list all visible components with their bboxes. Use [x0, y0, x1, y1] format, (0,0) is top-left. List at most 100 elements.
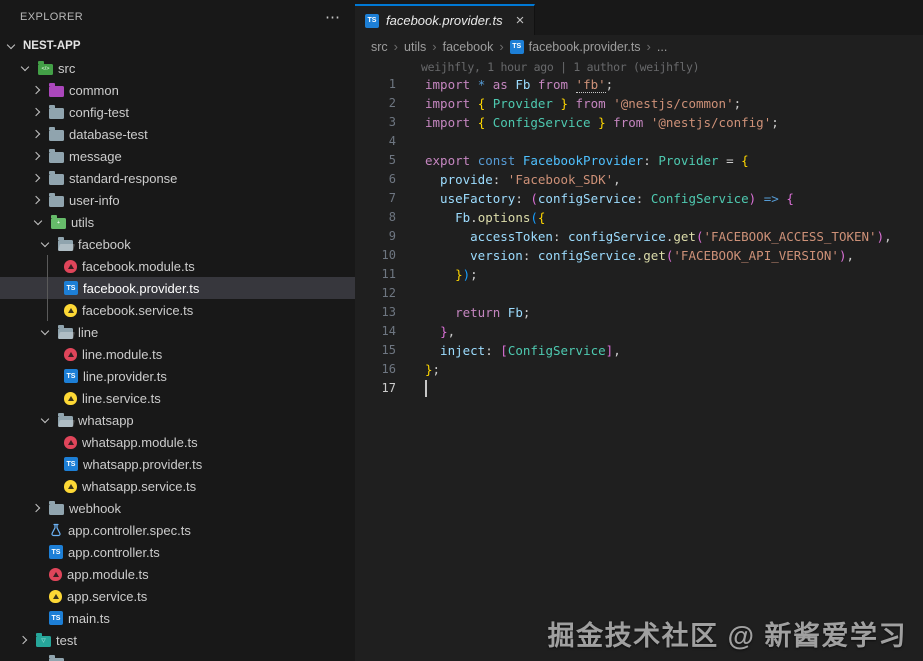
more-actions-icon[interactable]: ⋯	[325, 8, 341, 26]
folder-icon	[49, 104, 64, 119]
code-text: return Fb;	[425, 305, 531, 320]
tree-item-label: line.service.ts	[82, 390, 161, 406]
workspace-header[interactable]: NEST-APP	[0, 34, 355, 57]
code-line-5: 5 export const FacebookProvider: Provider…	[355, 151, 923, 170]
tree-item-label: whatsapp.service.ts	[82, 478, 197, 494]
utils-folder-icon: +	[51, 214, 66, 229]
code-line-3: 3 import { ConfigService } from '@nestjs/…	[355, 113, 923, 132]
code-text: provide: 'Facebook_SDK',	[425, 172, 621, 187]
tree-item-line.module.ts[interactable]: line.module.ts	[0, 343, 355, 365]
tree-item-line.service.ts[interactable]: line.service.ts	[0, 387, 355, 409]
code-lines: 1 import * as Fb from 'fb'; 2 import { Prov…	[355, 75, 923, 398]
folder-icon	[49, 126, 64, 141]
tree-item-partial[interactable]	[0, 651, 355, 661]
tree-item-app.controller.spec.ts[interactable]: app.controller.spec.ts	[0, 519, 355, 541]
tree-item-config-test[interactable]: config-test	[0, 101, 355, 123]
test-folder-icon: ▽	[36, 632, 51, 647]
folder-icon	[49, 170, 64, 185]
tree-item-src[interactable]: </> src	[0, 57, 355, 79]
tree-item-whatsapp.module.ts[interactable]: whatsapp.module.ts	[0, 431, 355, 453]
tree-item-label: src	[58, 60, 76, 76]
tree-item-label: webhook	[69, 500, 122, 516]
nest-service-icon	[64, 480, 77, 493]
tree-item-message[interactable]: message	[0, 145, 355, 167]
breadcrumb-item-facebook.provider.ts[interactable]: TS facebook.provider.ts	[509, 39, 641, 54]
line-number: 15	[381, 343, 396, 357]
tree-item-label: app.service.ts	[67, 588, 148, 604]
close-icon[interactable]: ×	[516, 13, 525, 28]
tree-item-label: line	[78, 324, 99, 340]
vscode-window: EXPLORER ⋯ NEST-APP </> src common config-t…	[0, 0, 923, 661]
chevron-right-icon	[31, 503, 41, 513]
tree-item-facebook.module.ts[interactable]: facebook.module.ts	[0, 255, 355, 277]
tab-label: facebook.provider.ts	[386, 13, 503, 28]
tree-item-line[interactable]: line	[0, 321, 355, 343]
breadcrumb-label: ...	[656, 39, 668, 54]
tree-item-database-test[interactable]: database-test	[0, 123, 355, 145]
tree-item-main.ts[interactable]: TS main.ts	[0, 607, 355, 629]
tree-item-label: test	[56, 632, 77, 648]
tree-item-label: facebook.service.ts	[82, 302, 194, 318]
folder-icon	[49, 192, 64, 207]
tree-item-common[interactable]: common	[0, 79, 355, 101]
breadcrumb-label: src	[371, 39, 388, 54]
code-line-13: 13 return Fb;	[355, 303, 923, 322]
tree-item-utils[interactable]: + utils	[0, 211, 355, 233]
tree-item-webhook[interactable]: webhook	[0, 497, 355, 519]
chevron-right-icon	[31, 151, 41, 161]
tree-item-test[interactable]: ▽ test	[0, 629, 355, 651]
tree-item-label: common	[69, 82, 119, 98]
line-number: 16	[381, 362, 396, 376]
breadcrumb-item-src[interactable]: src	[371, 40, 388, 54]
tree-item-label: database-test	[69, 126, 148, 142]
ts-file-icon: TS	[365, 13, 379, 28]
chevron-down-icon	[40, 238, 50, 248]
code-line-1: 1 import * as Fb from 'fb';	[355, 75, 923, 94]
explorer-title: EXPLORER	[20, 11, 84, 23]
code-line-14: 14 },	[355, 322, 923, 341]
breadcrumb-separator-icon: ›	[646, 39, 651, 54]
open-folder-icon	[58, 412, 73, 427]
code-line-4: 4	[355, 132, 923, 151]
line-number: 7	[388, 191, 396, 205]
breadcrumb: src › utils › facebook › TS facebook.provider.t…	[355, 35, 923, 58]
tree-item-label: facebook.module.ts	[82, 258, 195, 274]
code-line-6: 6 provide: 'Facebook_SDK',	[355, 170, 923, 189]
line-number: 12	[381, 286, 396, 300]
ts-file-icon: TS	[509, 39, 524, 54]
breadcrumb-item-...[interactable]: ...	[657, 40, 667, 54]
breadcrumb-item-facebook[interactable]: facebook	[443, 40, 494, 54]
tree-item-label: facebook.provider.ts	[83, 280, 200, 296]
breadcrumb-separator-icon: ›	[393, 39, 399, 54]
tree-item-whatsapp.provider.ts[interactable]: TS whatsapp.provider.ts	[0, 453, 355, 475]
tree-item-line.provider.ts[interactable]: TS line.provider.ts	[0, 365, 355, 387]
watermark: 掘金技术社区 @ 新酱爱学习	[547, 621, 907, 651]
code-area[interactable]: weijhfly, 1 hour ago | 1 author (weijhfl…	[355, 58, 923, 398]
code-text: useFactory: (configService: ConfigServic…	[425, 191, 794, 206]
line-number: 8	[388, 210, 396, 224]
tree-item-label: user-info	[69, 192, 120, 208]
explorer-header: EXPLORER ⋯	[0, 0, 355, 34]
tree-item-facebook.provider.ts[interactable]: TS facebook.provider.ts	[0, 277, 355, 299]
tree-item-label: app.module.ts	[67, 566, 149, 582]
breadcrumb-item-utils[interactable]: utils	[404, 40, 426, 54]
folder-icon	[49, 148, 64, 163]
tree-item-whatsapp[interactable]: whatsapp	[0, 409, 355, 431]
ts-file-icon: TS	[64, 281, 78, 295]
tree-item-app.controller.ts[interactable]: TS app.controller.ts	[0, 541, 355, 563]
tree-item-app.service.ts[interactable]: app.service.ts	[0, 585, 355, 607]
tab-facebook-provider[interactable]: TS facebook.provider.ts ×	[355, 4, 536, 35]
tree-item-standard-response[interactable]: standard-response	[0, 167, 355, 189]
nest-service-icon	[49, 590, 62, 603]
chevron-down-icon	[33, 216, 43, 226]
tree-item-app.module.ts[interactable]: app.module.ts	[0, 563, 355, 585]
code-line-2: 2 import { Provider } from '@nestjs/commo…	[355, 94, 923, 113]
tree-item-user-info[interactable]: user-info	[0, 189, 355, 211]
tree-item-label: whatsapp.provider.ts	[83, 456, 203, 472]
folder-icon	[49, 500, 64, 515]
tree-item-facebook.service.ts[interactable]: facebook.service.ts	[0, 299, 355, 321]
tree-item-whatsapp.service.ts[interactable]: whatsapp.service.ts	[0, 475, 355, 497]
code-text: import { Provider } from '@nestjs/common…	[425, 96, 742, 111]
tree-item-facebook[interactable]: facebook	[0, 233, 355, 255]
